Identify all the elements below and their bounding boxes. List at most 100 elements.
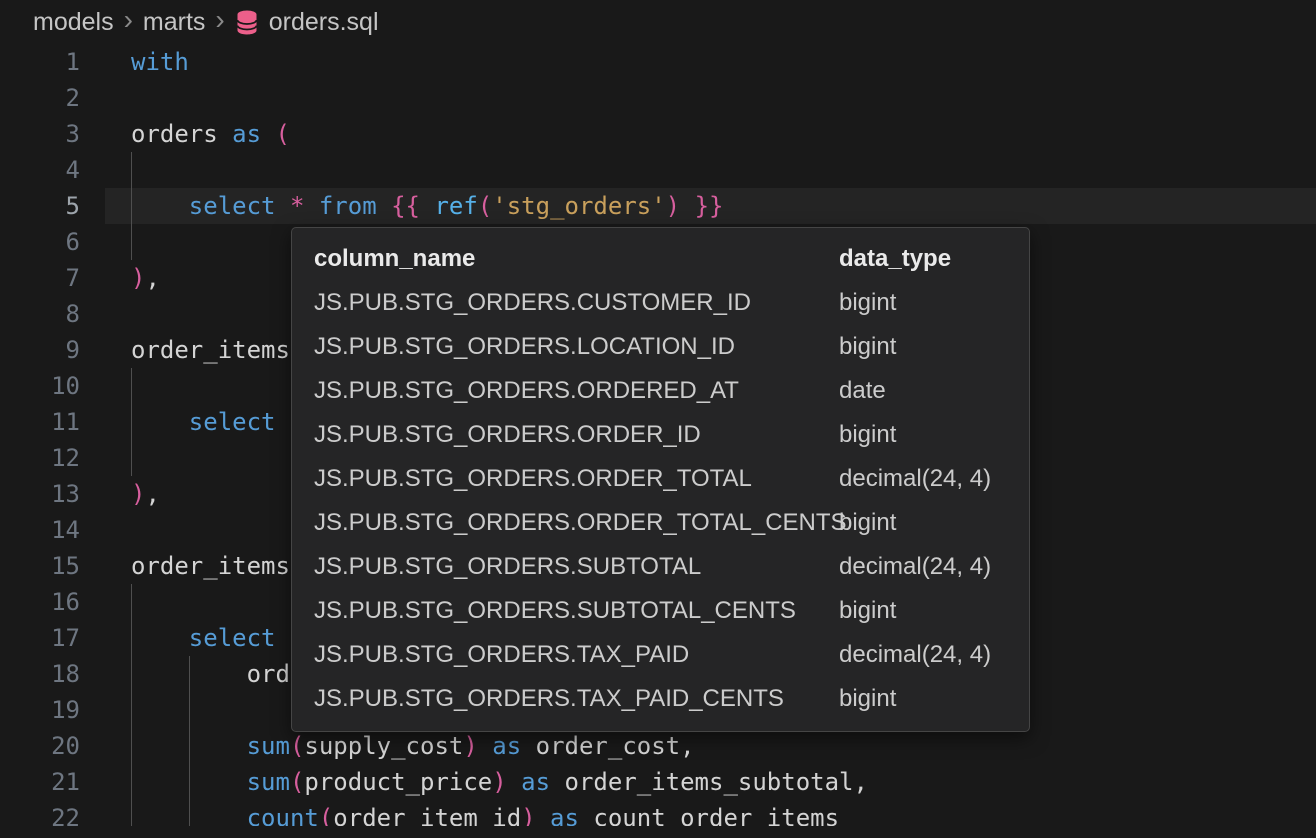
line-number[interactable]: 8: [0, 296, 80, 332]
tooltip-header-row: column_name data_type: [292, 237, 1029, 281]
code-line[interactable]: 22 count(order_item_id) as count_order_i…: [0, 800, 1316, 826]
code-text[interactable]: sum(supply_cost) as order_cost,: [105, 728, 1316, 764]
line-number[interactable]: 18: [0, 656, 80, 692]
code-token: [680, 192, 694, 220]
line-number[interactable]: 13: [0, 476, 80, 512]
tooltip-column-name: JS.PUB.STG_ORDERS.LOCATION_ID: [314, 325, 839, 369]
tooltip-data-type: bigint: [839, 413, 1007, 457]
line-number[interactable]: 16: [0, 584, 80, 620]
code-token: ): [131, 480, 145, 508]
tooltip-row: JS.PUB.STG_ORDERS.CUSTOMER_IDbigint: [292, 281, 1029, 325]
line-number[interactable]: 20: [0, 728, 80, 764]
tooltip-column-name: JS.PUB.STG_ORDERS.ORDERED_AT: [314, 369, 839, 413]
line-number[interactable]: 6: [0, 224, 80, 260]
line-number[interactable]: 22: [0, 800, 80, 826]
line-number[interactable]: 11: [0, 404, 80, 440]
line-number[interactable]: 19: [0, 692, 80, 728]
code-token: select: [189, 408, 276, 436]
editor-window: models › marts › orders.sql 1 with 23 order…: [0, 0, 1316, 838]
line-number[interactable]: 7: [0, 260, 80, 296]
code-token: ,: [145, 480, 159, 508]
line-number[interactable]: 9: [0, 332, 80, 368]
code-text[interactable]: [105, 152, 1316, 188]
tooltip-row: JS.PUB.STG_ORDERS.TAX_PAID_CENTSbigint: [292, 677, 1029, 721]
line-number[interactable]: 12: [0, 440, 80, 476]
indent-guide: [131, 440, 132, 476]
breadcrumb-item-marts[interactable]: marts: [143, 8, 206, 37]
code-token: ): [492, 768, 506, 796]
tooltip-row: JS.PUB.STG_ORDERS.TAX_PAIDdecimal(24, 4): [292, 633, 1029, 677]
breadcrumb-file-orders-sql[interactable]: orders.sql: [269, 8, 379, 37]
code-token: [507, 768, 521, 796]
code-token: (: [276, 120, 290, 148]
code-line[interactable]: 1 with: [0, 44, 1316, 80]
line-number[interactable]: 3: [0, 116, 80, 152]
tooltip-column-name: JS.PUB.STG_ORDERS.SUBTOTAL: [314, 545, 839, 589]
chevron-right-icon: ›: [215, 6, 224, 34]
code-token: orders: [131, 120, 232, 148]
line-number[interactable]: 17: [0, 620, 80, 656]
code-token: ,: [145, 264, 159, 292]
code-token: ord: [247, 660, 290, 688]
line-number[interactable]: 15: [0, 548, 80, 584]
tooltip-column-name: JS.PUB.STG_ORDERS.SUBTOTAL_CENTS: [314, 589, 839, 633]
code-text[interactable]: select * from {{ ref('stg_orders') }}: [105, 188, 1316, 224]
indent-guide: [131, 692, 132, 728]
line-number[interactable]: 2: [0, 80, 80, 116]
tooltip-row: JS.PUB.STG_ORDERS.ORDER_TOTAL_CENTSbigin…: [292, 501, 1029, 545]
tooltip-data-type: bigint: [839, 501, 1007, 545]
code-token: (: [290, 768, 304, 796]
tooltip-row: JS.PUB.STG_ORDERS.ORDER_IDbigint: [292, 413, 1029, 457]
code-line[interactable]: 21 sum(product_price) as order_items_sub…: [0, 764, 1316, 800]
code-line[interactable]: 3 orders as (: [0, 116, 1316, 152]
code-text[interactable]: orders as (: [105, 116, 1316, 152]
indent-guide: [131, 152, 132, 188]
line-number[interactable]: 21: [0, 764, 80, 800]
code-token: [377, 192, 391, 220]
code-token: [131, 408, 189, 436]
code-line[interactable]: 2: [0, 80, 1316, 116]
code-text[interactable]: sum(product_price) as order_items_subtot…: [105, 764, 1316, 800]
code-text[interactable]: [105, 80, 1316, 116]
tooltip-column-name: JS.PUB.STG_ORDERS.ORDER_ID: [314, 413, 839, 457]
code-token: supply_cost: [304, 732, 463, 760]
code-token: [420, 192, 434, 220]
code-token: [579, 804, 593, 826]
code-token: from: [319, 192, 377, 220]
code-token: sum: [247, 732, 290, 760]
code-line[interactable]: 20 sum(supply_cost) as order_cost,: [0, 728, 1316, 764]
code-token: ): [463, 732, 477, 760]
tooltip-row: JS.PUB.STG_ORDERS.ORDERED_ATdate: [292, 369, 1029, 413]
breadcrumb-item-models[interactable]: models: [33, 8, 114, 37]
code-token: as: [492, 732, 521, 760]
code-token: [536, 804, 550, 826]
indent-guide: [189, 656, 190, 692]
line-number[interactable]: 14: [0, 512, 80, 548]
tooltip-data-type: decimal(24, 4): [839, 633, 1007, 677]
line-number[interactable]: 4: [0, 152, 80, 188]
indent-guide: [131, 368, 132, 404]
code-line[interactable]: 5 select * from {{ ref('stg_orders') }}: [0, 188, 1316, 224]
tooltip-header-data-type: data_type: [839, 237, 1007, 281]
code-token: *: [290, 192, 304, 220]
code-token: product_price: [304, 768, 492, 796]
chevron-right-icon: ›: [124, 6, 133, 34]
tooltip-data-type: decimal(24, 4): [839, 457, 1007, 501]
code-token: 'stg_orders': [492, 192, 665, 220]
code-token: count: [247, 804, 319, 826]
code-token: [131, 192, 189, 220]
code-token: ): [666, 192, 680, 220]
line-number[interactable]: 10: [0, 368, 80, 404]
code-text[interactable]: count(order_item_id) as count_order_item…: [105, 800, 1316, 826]
code-token: order_item_id: [333, 804, 521, 826]
code-token: as: [232, 120, 261, 148]
code-token: with: [131, 48, 189, 76]
code-line[interactable]: 4: [0, 152, 1316, 188]
code-token: order_items_subtotal: [565, 768, 854, 796]
line-number[interactable]: 1: [0, 44, 80, 80]
indent-guide: [131, 404, 132, 440]
code-text[interactable]: with: [105, 44, 1316, 80]
tooltip-column-name: JS.PUB.STG_ORDERS.TAX_PAID: [314, 633, 839, 677]
line-number[interactable]: 5: [0, 188, 80, 224]
code-token: (: [319, 804, 333, 826]
